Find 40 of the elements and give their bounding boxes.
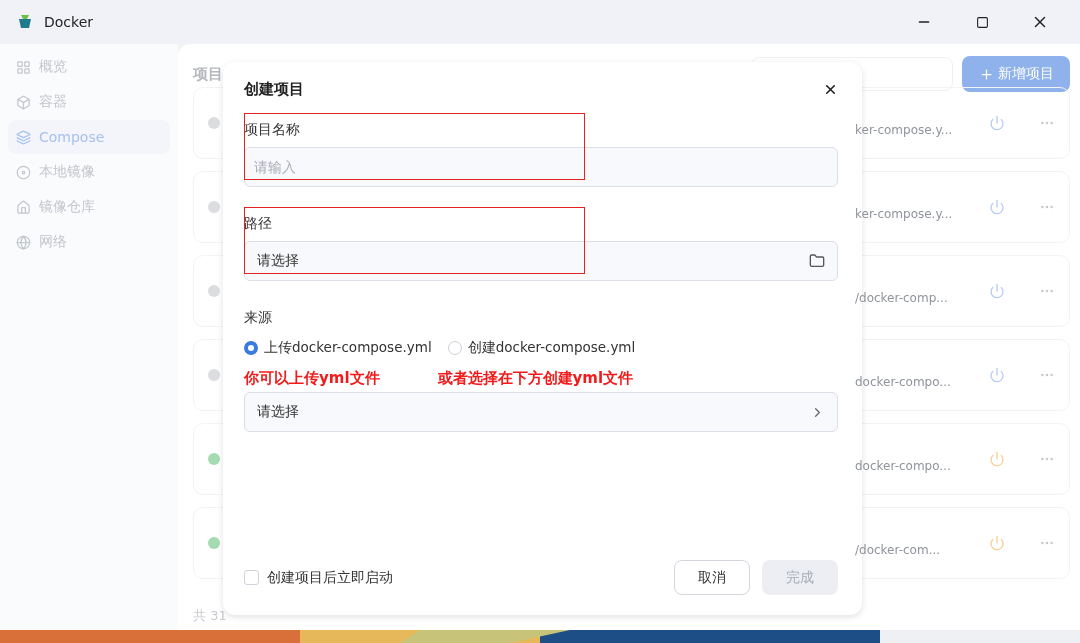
project-path: ker-compose.y... xyxy=(855,122,954,139)
grid-icon xyxy=(16,59,31,75)
field-label: 路径 xyxy=(244,215,273,233)
project-path: /docker-com... xyxy=(855,542,942,559)
power-icon[interactable] xyxy=(989,451,1005,467)
project-path: docker-compo... xyxy=(855,458,952,475)
folder-icon[interactable] xyxy=(809,253,825,269)
layers-icon xyxy=(16,129,31,145)
dialog-title: 创建项目 xyxy=(244,80,304,99)
path-field[interactable]: 请选择 xyxy=(244,241,838,281)
new-project-button[interactable]: 新增项目 xyxy=(962,56,1070,92)
sidebar-item[interactable]: Compose xyxy=(8,120,170,154)
project-path: ker-compose.y... xyxy=(855,206,954,223)
field-label: 来源 xyxy=(244,309,273,327)
source-radio[interactable]: 创建docker-compose.yml xyxy=(447,339,636,357)
annotation-text: 你可以上传yml文件 xyxy=(244,369,380,388)
power-icon[interactable] xyxy=(989,283,1005,299)
compose-file-picker[interactable]: 请选择 xyxy=(244,392,838,432)
cancel-button[interactable]: 取消 xyxy=(674,560,750,595)
disc-icon xyxy=(16,164,31,180)
house-icon xyxy=(16,199,31,215)
checkbox-label: 创建项目后立即启动 xyxy=(267,568,394,587)
power-icon[interactable] xyxy=(989,199,1005,215)
source-radio[interactable]: 上传docker-compose.yml xyxy=(244,339,432,357)
project-path: docker-compo... xyxy=(855,374,952,391)
cube-icon xyxy=(16,94,31,110)
close-icon[interactable] xyxy=(823,82,838,97)
project-path: /docker-comp... xyxy=(855,290,949,307)
app-logo xyxy=(16,13,34,31)
power-icon[interactable] xyxy=(989,367,1005,383)
plus-icon xyxy=(978,66,994,82)
page-title: 项目 xyxy=(193,64,224,84)
globe-icon xyxy=(16,234,31,250)
annotation-text: 或者选择在下方创建yml文件 xyxy=(437,369,634,388)
power-icon[interactable] xyxy=(989,535,1005,551)
window-title: Docker xyxy=(44,14,95,30)
name-field[interactable]: 请输入 xyxy=(244,147,838,187)
field-label: 项目名称 xyxy=(244,121,301,139)
power-icon[interactable] xyxy=(989,115,1005,131)
checkbox[interactable] xyxy=(244,570,259,585)
